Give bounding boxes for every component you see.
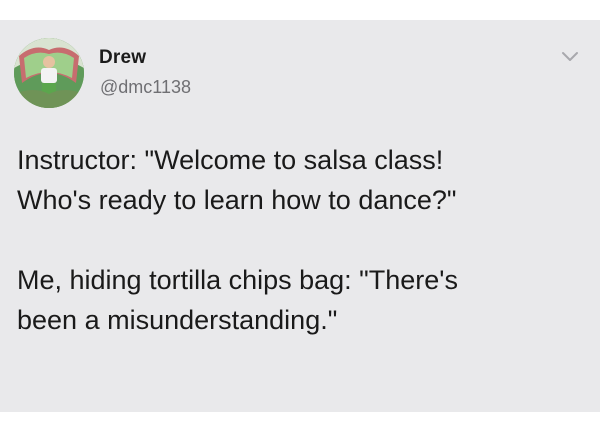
tweet-line: Instructor: "Welcome to salsa class! <box>17 145 444 175</box>
tweet-line: Who's ready to learn how to dance?" <box>17 185 457 215</box>
screenshot-canvas: Drew @dmc1138 Instructor: "Welcome to sa… <box>0 0 600 433</box>
tweet-card: Drew @dmc1138 Instructor: "Welcome to sa… <box>0 20 600 412</box>
author-handle[interactable]: @dmc1138 <box>100 77 191 98</box>
tweet-body: Instructor: "Welcome to salsa class! Who… <box>17 140 587 340</box>
tweet-line: been a misunderstanding." <box>17 305 338 335</box>
tweet-line: Me, hiding tortilla chips bag: "There's <box>17 265 458 295</box>
author-name[interactable]: Drew <box>99 47 146 69</box>
user-avatar-icon[interactable] <box>14 38 84 108</box>
chevron-down-icon[interactable] <box>561 50 579 64</box>
